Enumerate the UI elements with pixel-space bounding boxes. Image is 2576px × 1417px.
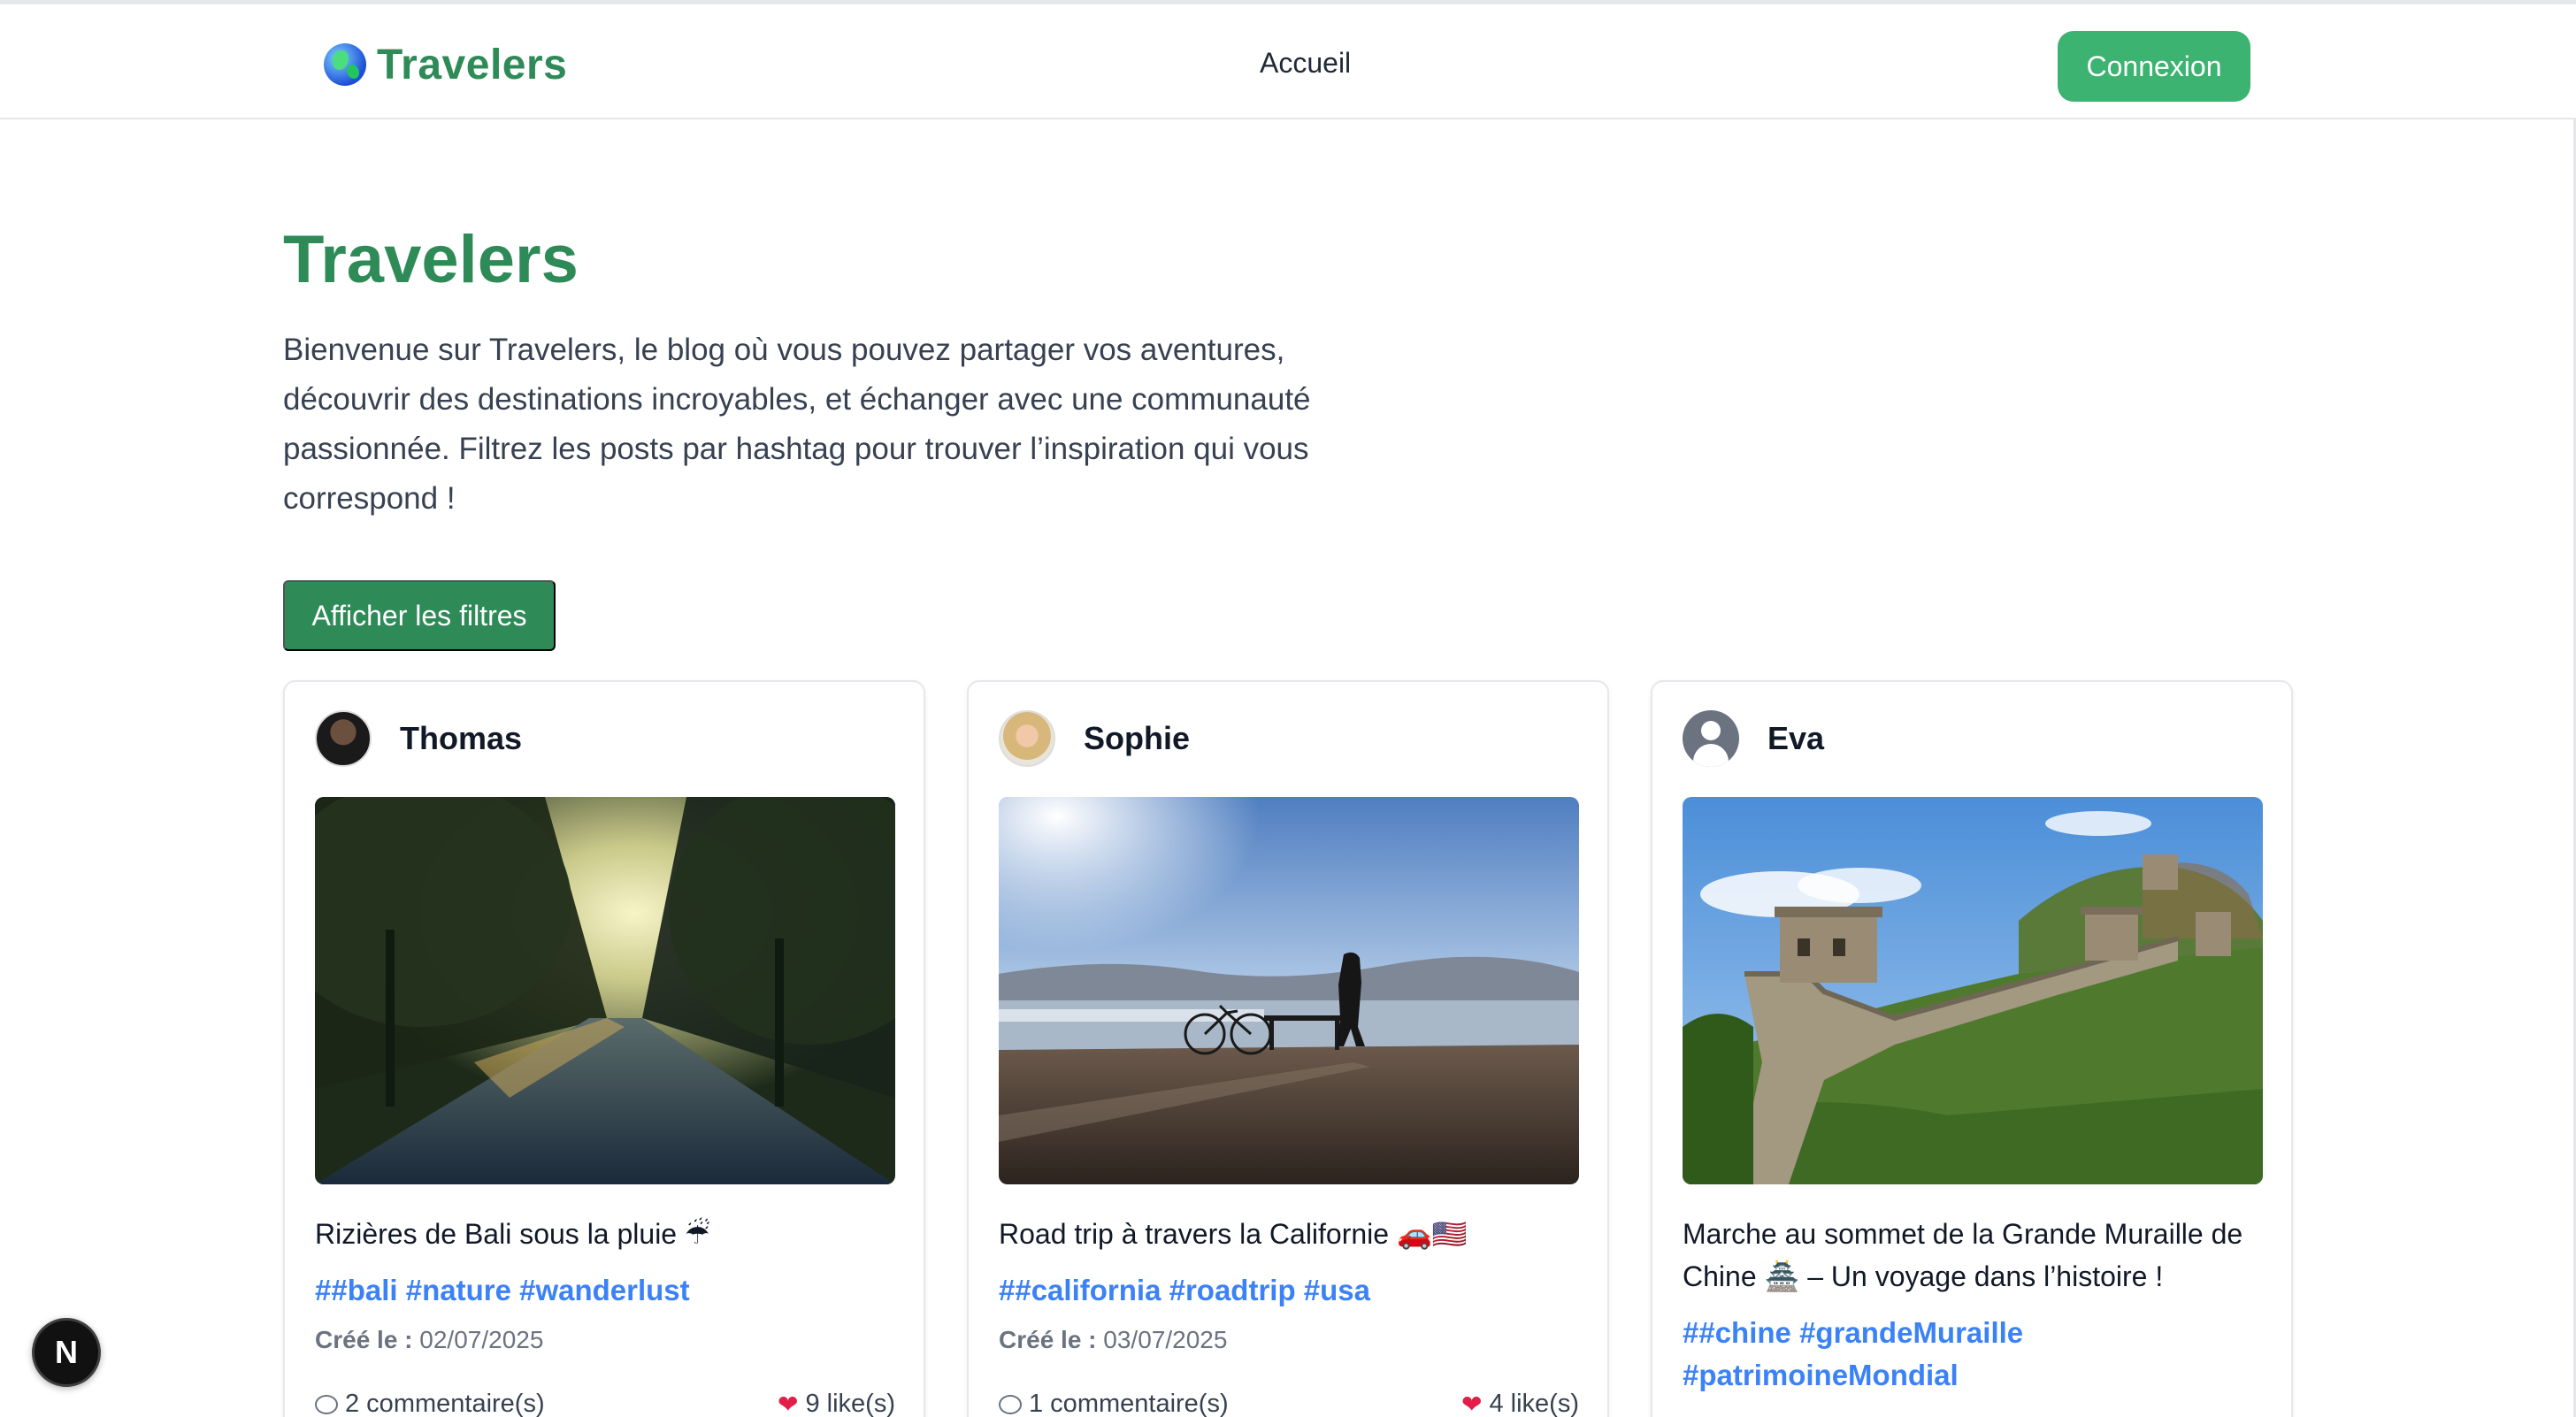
brand-name: Travelers [377, 41, 568, 88]
author-name: Eva [1767, 720, 1825, 756]
nav-link-accueil[interactable]: Accueil [1260, 47, 1351, 80]
comments-count[interactable]: 1 commentaire(s) [999, 1390, 1229, 1417]
post-image[interactable] [315, 797, 895, 1184]
created-label: Créé le : [315, 1326, 413, 1353]
dev-tools-badge[interactable]: N [32, 1318, 101, 1387]
comment-icon [999, 1394, 1022, 1414]
post-created-date: Créé le : 02/07/2025 [315, 1326, 543, 1354]
globe-icon [324, 43, 366, 86]
author-name: Thomas [400, 720, 523, 756]
comments-count[interactable]: 2 commentaire(s) [315, 1390, 545, 1417]
created-date: 02/07/2025 [419, 1326, 544, 1353]
created-date: 03/07/2025 [1103, 1326, 1228, 1353]
post-hashtags[interactable]: ##bali #nature #wanderlust [315, 1269, 899, 1312]
post-created-date: Créé le : 03/07/2025 [999, 1326, 1227, 1354]
post-meta: 2 commentaire(s) ❤ 9 like(s) [315, 1390, 895, 1417]
post-hashtags[interactable]: ##chine #grandeMuraille #patrimoineMondi… [1683, 1312, 2266, 1397]
show-filters-button[interactable]: Afficher les filtres [283, 580, 556, 651]
post-author[interactable]: Eva [1683, 710, 1824, 767]
post-author[interactable]: Thomas [315, 710, 522, 767]
avatar [315, 710, 372, 767]
post-author[interactable]: Sophie [999, 710, 1190, 767]
likes-count[interactable]: ❤ 4 like(s) [1461, 1390, 1579, 1417]
post-image[interactable] [1683, 797, 2263, 1184]
hero-description: Bienvenue sur Travelers, le blog où vous… [283, 333, 1311, 516]
created-label: Créé le : [999, 1326, 1097, 1353]
post-caption: Marche au sommet de la Grande Muraille d… [1683, 1218, 2243, 1292]
post-card[interactable]: Eva Marche au sommet de la Grande Murail… [1651, 680, 2293, 1417]
brand-logo[interactable]: Travelers [324, 38, 567, 91]
login-button[interactable]: Connexion [2058, 31, 2250, 102]
comments-label: 1 commentaire(s) [1029, 1390, 1229, 1417]
post-card[interactable]: Thomas Rizières de Bali sous la pluie ☔ … [283, 680, 925, 1417]
page-title: Travelers [283, 222, 579, 297]
navbar: Travelers Accueil Connexion [0, 4, 2576, 119]
post-image[interactable] [999, 797, 1579, 1184]
post-caption: Road trip à travers la Californie 🚗🇺🇸 [999, 1218, 1468, 1250]
likes-label: 4 like(s) [1489, 1390, 1579, 1417]
likes-label: 9 like(s) [805, 1390, 895, 1417]
default-user-icon [1683, 710, 1739, 767]
comment-icon [315, 1394, 338, 1414]
post-caption: Rizières de Bali sous la pluie ☔ [315, 1218, 710, 1250]
post-meta: 1 commentaire(s) ❤ 4 like(s) [999, 1390, 1579, 1417]
heart-icon: ❤ [778, 1390, 799, 1417]
avatar [999, 710, 1055, 767]
post-hashtags[interactable]: ##california #roadtrip #usa [999, 1269, 1583, 1312]
comments-label: 2 commentaire(s) [345, 1390, 545, 1417]
heart-icon: ❤ [1461, 1390, 1483, 1417]
author-name: Sophie [1084, 720, 1191, 756]
post-card[interactable]: Sophie Road trip à travers la Californie… [967, 680, 1609, 1417]
likes-count[interactable]: ❤ 9 like(s) [778, 1390, 895, 1417]
